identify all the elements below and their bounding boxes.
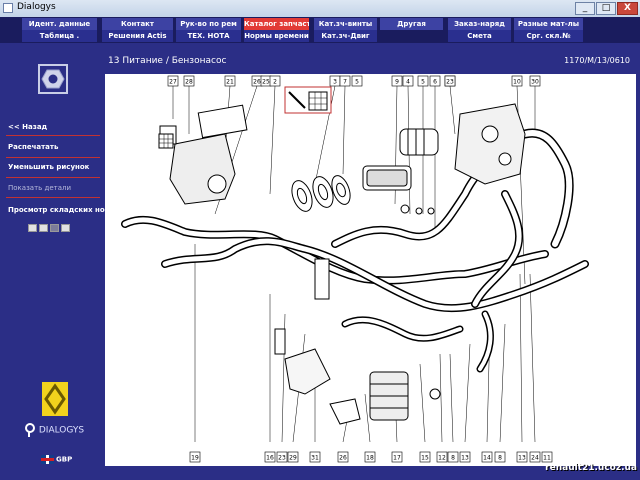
part-callout-top-label[interactable]: 9 xyxy=(395,79,399,86)
fuel-pump xyxy=(362,128,439,215)
diagram-reference: 1170/M/13/0610 xyxy=(564,56,630,65)
tab-work-order[interactable]: Заказ-наряд xyxy=(448,18,512,30)
print-link[interactable]: Распечатать xyxy=(8,143,100,151)
part-callout-bottom-label[interactable]: 29 xyxy=(289,455,297,462)
close-button[interactable]: X xyxy=(617,2,638,15)
renault-logo xyxy=(42,382,68,416)
pager-current xyxy=(50,224,59,232)
tab-stock[interactable]: Срг. скл.№ xyxy=(514,30,584,42)
part-callout-bottom-label[interactable]: 8 xyxy=(498,455,502,462)
tab-repair-manual[interactable]: Рук-во по рем xyxy=(176,18,242,30)
language-selector[interactable]: GBP xyxy=(41,455,72,464)
part-callout-bottom-label[interactable]: 26 xyxy=(339,455,347,462)
part-callout-top-label[interactable]: 23 xyxy=(446,79,454,86)
tab-table[interactable]: Таблица . xyxy=(22,30,98,42)
tab-estimate[interactable]: Смета xyxy=(448,30,512,42)
part-callout-bottom-label[interactable]: 19 xyxy=(191,455,199,462)
sidebar-divider xyxy=(6,177,100,178)
window-title: Dialogys xyxy=(17,2,56,12)
pager-next-button[interactable] xyxy=(61,224,70,232)
small-grid-symbol xyxy=(158,133,174,149)
renault-diamond-icon xyxy=(44,383,66,415)
part-callout-top-label[interactable]: 7 xyxy=(343,79,347,86)
sidebar: << Назад Распечатать Уменьшить рисунок П… xyxy=(0,43,113,480)
part-callout-top-label[interactable]: 10 xyxy=(513,79,521,86)
bottom-callouts: 19 16 23 29 31 26 18 17 15 12 8 13 14 8 13 24 11 xyxy=(189,451,553,463)
part-callout-bottom-label[interactable]: 17 xyxy=(393,455,401,462)
tab-parts-screws[interactable]: Кат.зч-винты xyxy=(314,18,378,30)
dialogys-brand: DIALOGYS xyxy=(24,423,84,437)
part-callout-bottom-label[interactable]: 18 xyxy=(366,455,374,462)
top-callouts: 2728212625237594567231030 xyxy=(167,75,541,87)
content-header: 13 Питание / Бензонасос 1170/M/13/0610 xyxy=(104,54,636,72)
part-callout-bottom-label[interactable]: 16 xyxy=(266,455,274,462)
site-watermark: renault21.ucoz.ua xyxy=(545,463,637,473)
dialogys-label: DIALOGYS xyxy=(38,425,85,436)
part-callout-bottom-label[interactable]: 24 xyxy=(531,455,539,462)
sidebar-divider xyxy=(6,157,100,158)
part-callout-top-label[interactable]: 3 xyxy=(333,79,337,86)
hex-nut-logo xyxy=(38,64,68,94)
dialogys-logo-icon xyxy=(25,423,35,437)
language-code: GBP xyxy=(56,455,73,464)
parts-diagram[interactable]: 2728212625237594567231030 19162329312618… xyxy=(105,74,636,466)
part-callout-bottom-label[interactable]: 13 xyxy=(518,455,526,462)
back-link[interactable]: << Назад xyxy=(8,123,100,131)
part-callout-bottom-label[interactable]: 8 xyxy=(451,455,455,462)
fuel-filter xyxy=(274,258,441,425)
fuel-pump-exploded-view[interactable]: 2728212625237594567231030 19162329312618… xyxy=(105,74,636,466)
uk-flag-icon xyxy=(41,455,54,464)
part-callout-top-label[interactable]: 30 xyxy=(531,79,539,86)
part-callout-bottom-label[interactable]: 23 xyxy=(278,455,286,462)
part-callout-top-label[interactable]: 5 xyxy=(355,79,359,86)
part-callout-top-label[interactable]: 28 xyxy=(185,79,193,86)
part-callout-bottom-label[interactable]: 31 xyxy=(311,455,319,462)
show-details-link[interactable]: Показать детали xyxy=(8,184,100,192)
part-callout-top-label[interactable]: 5 xyxy=(421,79,425,86)
part-callout-top-label[interactable]: 4 xyxy=(406,79,410,86)
pager-first-button[interactable] xyxy=(28,224,37,232)
minimize-button[interactable]: _ xyxy=(575,2,595,15)
tab-tech-note[interactable]: ТЕХ. НОТА xyxy=(176,30,242,42)
tab-misc-materials[interactable]: Разные мат-лы xyxy=(514,18,584,30)
part-callout-top-label[interactable]: 25 xyxy=(262,79,270,86)
sidebar-divider xyxy=(6,135,100,136)
reference-symbol-box xyxy=(284,86,332,114)
main-tab-bar: Идент. данные Контакт Рук-во по рем Ката… xyxy=(0,17,640,43)
maximize-button[interactable]: □ xyxy=(596,2,616,15)
part-callout-top-label[interactable]: 2 xyxy=(273,79,277,86)
part-callout-bottom-label[interactable]: 15 xyxy=(421,455,429,462)
part-callout-top-label[interactable]: 6 xyxy=(433,79,437,86)
part-callout-bottom-label[interactable]: 11 xyxy=(543,455,551,462)
app-icon xyxy=(3,3,13,13)
hex-nut-icon xyxy=(41,69,65,89)
tab-actis-solutions[interactable]: Решения Actis xyxy=(102,30,174,42)
part-callout-bottom-label[interactable]: 12 xyxy=(438,455,446,462)
part-callout-top-label[interactable]: 21 xyxy=(226,79,234,86)
part-callout-top-label[interactable]: 27 xyxy=(169,79,177,86)
part-callout-bottom-label[interactable]: 14 xyxy=(483,455,491,462)
engine-block xyxy=(454,103,526,185)
sidebar-divider xyxy=(6,197,100,198)
part-callout-top-label[interactable]: 26 xyxy=(253,79,261,86)
part-callout-bottom-label[interactable]: 13 xyxy=(461,455,469,462)
gaskets xyxy=(291,175,351,212)
tab-identification[interactable]: Идент. данные xyxy=(22,18,98,30)
tab-contact[interactable]: Контакт xyxy=(102,18,174,30)
tab-other[interactable]: Другая xyxy=(380,18,444,30)
tab-labour-times[interactable]: Нормы времени xyxy=(244,30,310,42)
pager-prev-button[interactable] xyxy=(39,224,48,232)
page-title: 13 Питание / Бензонасос xyxy=(108,56,227,66)
tab-parts-catalog[interactable]: Каталог запчастей xyxy=(244,18,310,30)
carburettor xyxy=(159,104,248,205)
tab-engine-parts[interactable]: Кат.зч-Двиг xyxy=(314,30,378,42)
zoom-out-link[interactable]: Уменьшить рисунок xyxy=(8,163,100,171)
window-titlebar: Dialogys _ □ X xyxy=(0,0,640,17)
stock-view-link[interactable]: Просмотр складских но... xyxy=(8,206,113,214)
